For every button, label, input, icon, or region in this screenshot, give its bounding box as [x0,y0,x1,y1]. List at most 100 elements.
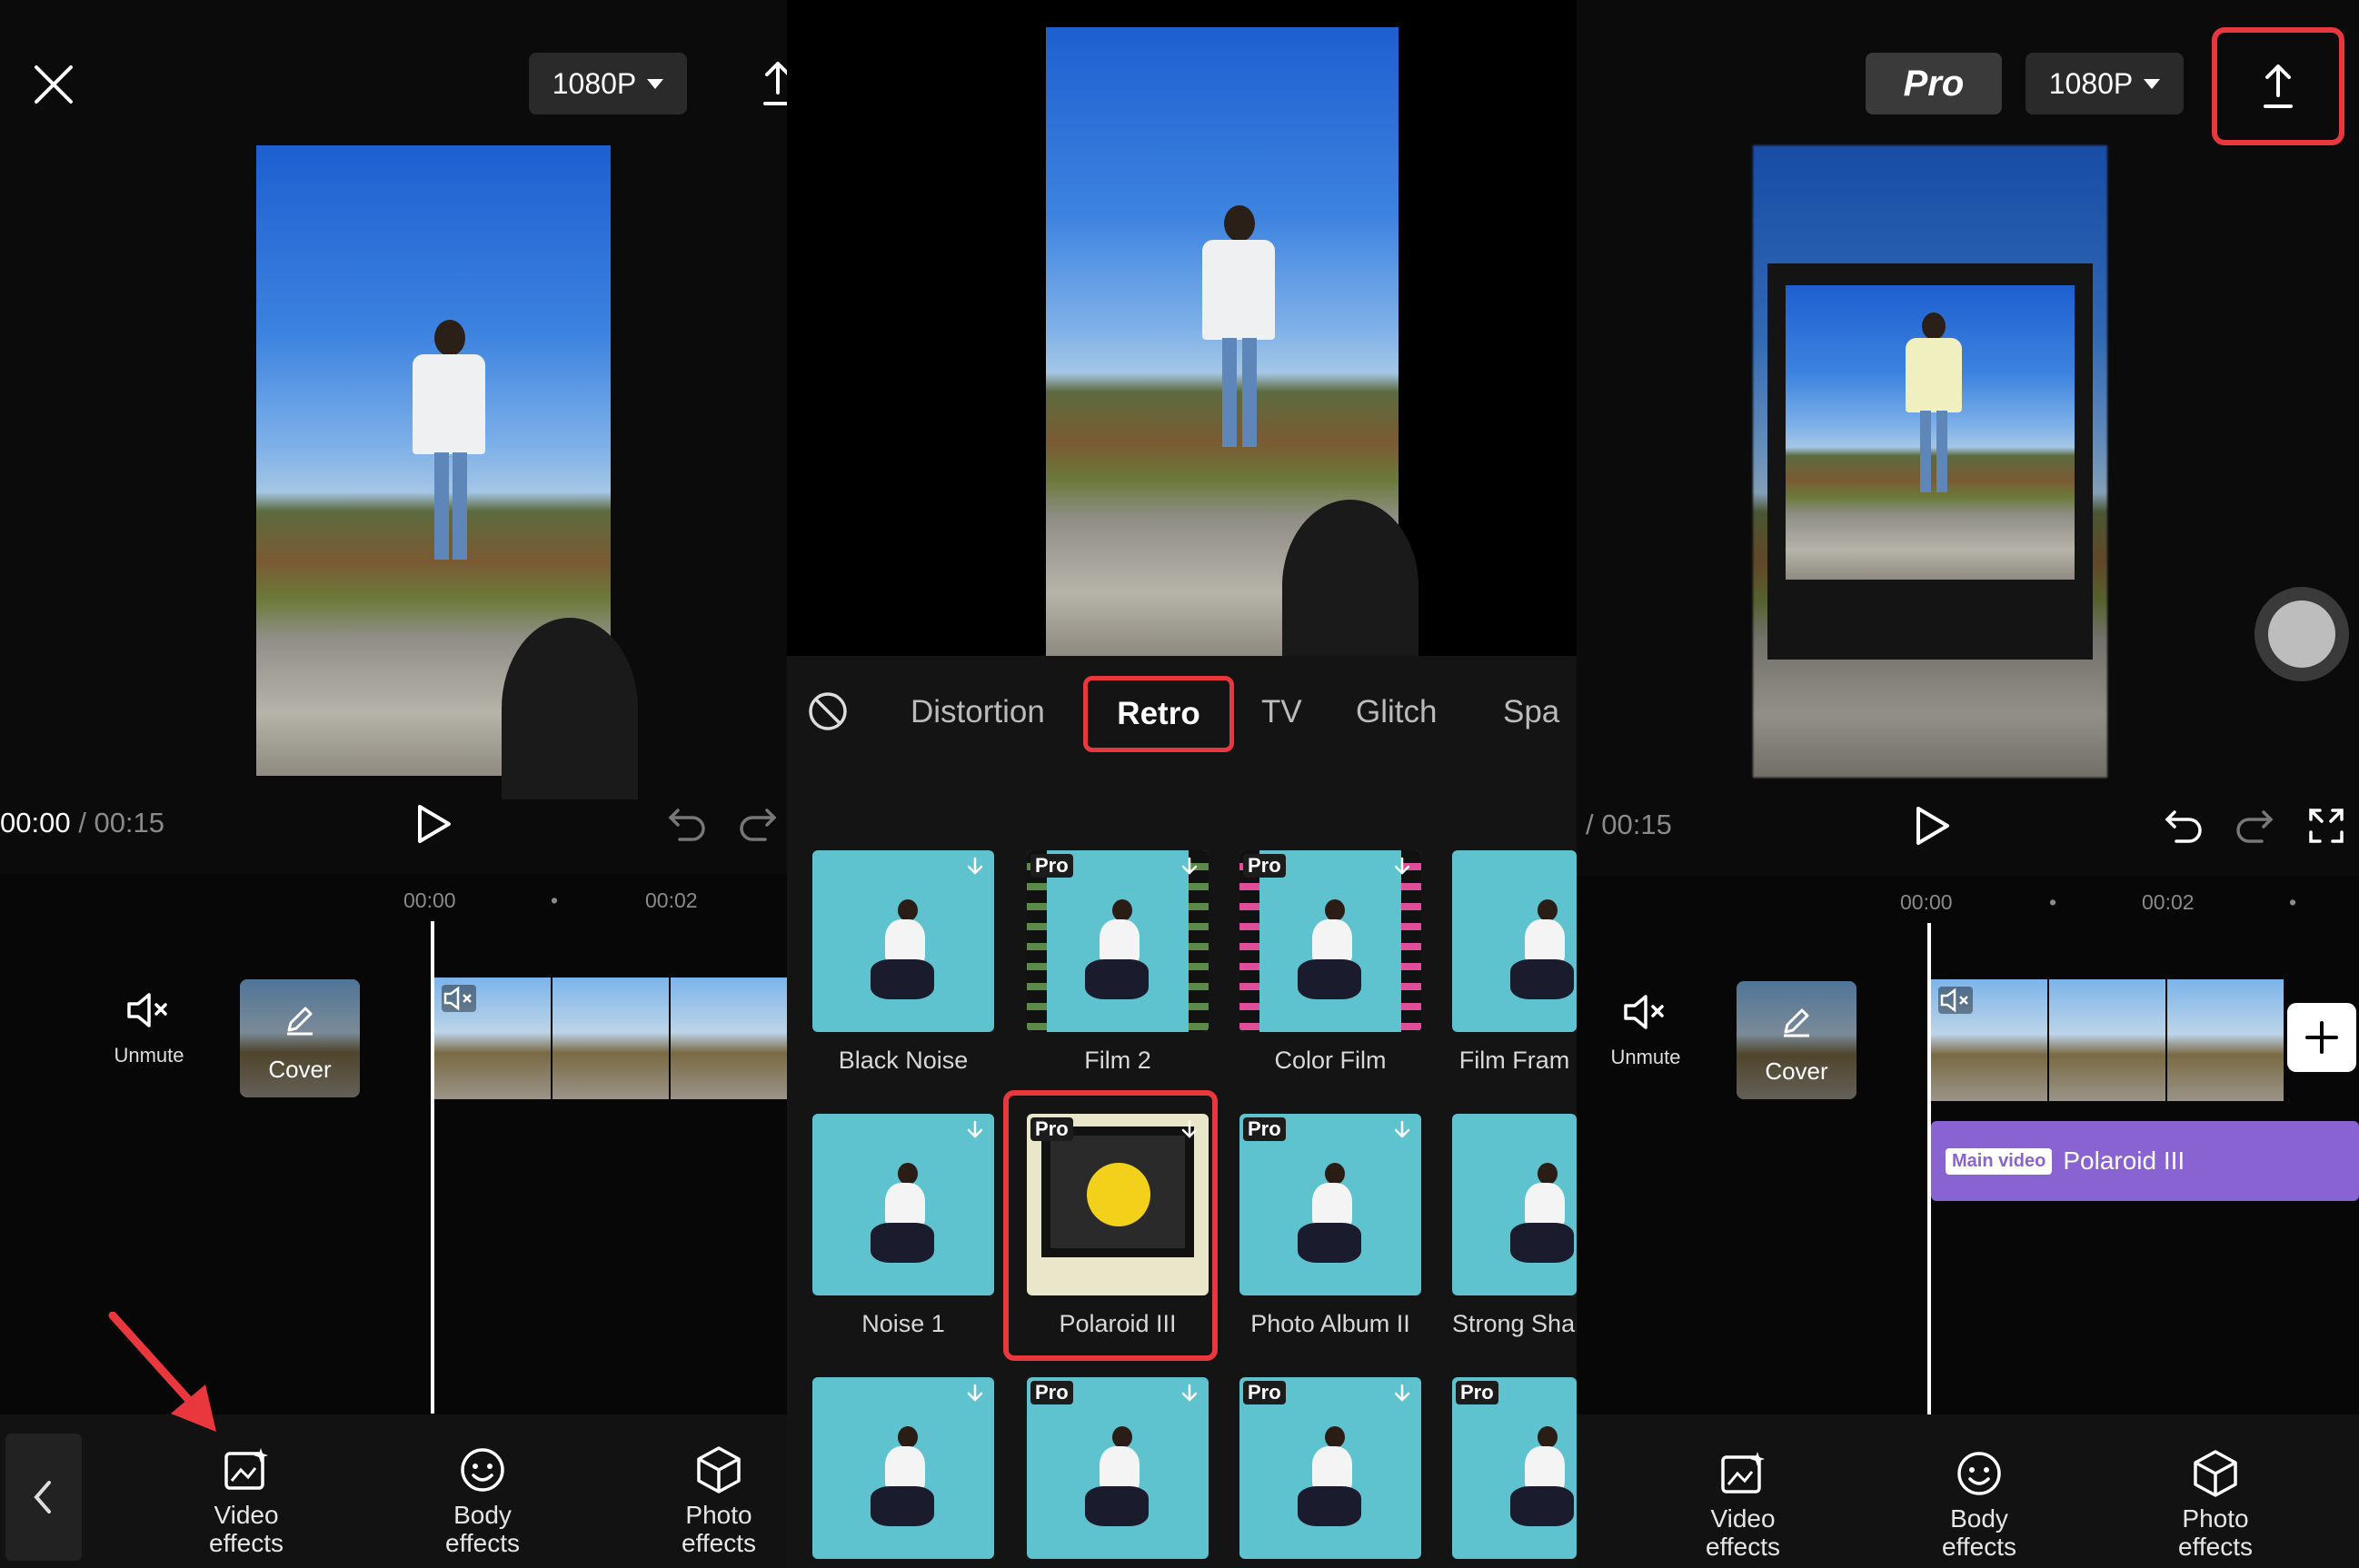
selected-effect-highlight [1003,1090,1218,1361]
tool-video-effects[interactable]: Video effects [1675,1448,1811,1561]
resolution-dropdown[interactable]: 1080P [529,53,687,114]
effect-name: Black Noise [812,1047,994,1075]
pro-badge: Pro [1030,854,1073,878]
pro-badge: Pro [1243,1381,1286,1404]
video-effects-icon [221,1444,272,1495]
unmute-label: Unmute [107,1044,191,1067]
ruler-dot: • [551,888,558,913]
mute-icon [1938,987,1973,1014]
total-time: 00:15 [1601,809,1672,840]
resolution-label: 1080P [2049,67,2134,101]
cover-label: Cover [240,1056,360,1084]
effect-tile[interactable]: Film Fram [1452,850,1577,1096]
effect-tile[interactable]: Noise 1 [812,1114,994,1359]
redo-icon[interactable] [2235,807,2274,843]
mute-icon [442,985,476,1012]
tool-label: Video effects [178,1501,314,1557]
time-separator: / [1586,809,1594,840]
cover-button[interactable]: Cover [240,979,360,1097]
edit-icon [1780,1005,1813,1037]
ruler-mark-0: 00:00 [403,888,456,913]
download-icon [963,1383,987,1406]
effect-name: Noise 1 [812,1310,994,1338]
tool-label: Video effects [1675,1504,1811,1561]
tool-photo-effects[interactable]: Photo effects [651,1444,787,1557]
effect-tile[interactable]: Pro [1239,1377,1421,1568]
video-preview [1046,27,1398,656]
unmute-button[interactable]: Unmute [107,990,191,1067]
time-separator: / [78,807,86,839]
export-button[interactable] [2212,27,2344,145]
ruler-mark-0: 00:00 [1900,890,1953,915]
pro-badge[interactable]: Pro [1866,53,2002,114]
tab-retro[interactable]: Retro [1083,676,1234,752]
effect-name: Color Film [1239,1047,1421,1075]
play-icon[interactable] [1913,805,1951,847]
tool-label: Body effects [1911,1504,2047,1561]
export-icon [2260,63,2296,110]
download-icon [1178,856,1201,879]
effect-name: Film 2 [1027,1047,1209,1075]
tool-label: Photo effects [651,1501,787,1557]
video-preview [256,145,611,776]
back-button[interactable] [5,1434,82,1561]
effect-tile[interactable]: ProPhoto Album II [1239,1114,1421,1359]
tab-distortion[interactable]: Distortion [911,694,1045,730]
effect-tile[interactable]: Strong Shal [1452,1114,1577,1359]
ruler-mark-1: 00:02 [2142,890,2195,915]
effect-thumbnail [1452,1377,1577,1559]
tab-spa[interactable]: Spa [1503,694,1559,730]
tool-photo-effects[interactable]: Photo effects [2147,1448,2284,1561]
body-effects-icon [457,1444,508,1495]
editor-panel-right: Pro 1080P / 00:15 00:00 • 00:02 • Unmute [1577,0,2359,1568]
pro-label: Pro [1904,64,1965,104]
effect-tile[interactable] [812,1377,994,1568]
arrow-pointer-icon [107,1312,225,1439]
fullscreen-icon[interactable] [2307,807,2345,845]
video-effects-icon [1717,1448,1768,1499]
editor-panel-left: 1080P 00:00 / 00:15 00:00 • 00:02 Unmute… [0,0,787,1568]
effect-track[interactable]: Main video Polaroid III [1931,1121,2359,1201]
effect-thumbnail [1452,850,1577,1032]
ruler-mark-1: 00:02 [645,888,698,913]
playback-time: 00:00 / 00:15 [0,807,164,839]
unmute-button[interactable]: Unmute [1604,992,1687,1069]
plus-icon [2304,1019,2340,1056]
play-icon[interactable] [414,803,453,845]
export-icon[interactable] [760,60,787,107]
effect-tile[interactable]: Pro [1452,1377,1577,1568]
effect-tile[interactable]: Pro Color Film [1239,850,1421,1096]
cover-label: Cover [1737,1057,1856,1086]
no-effect-icon[interactable] [807,690,849,732]
undo-icon[interactable] [2164,807,2204,843]
cover-button[interactable]: Cover [1737,981,1856,1099]
download-icon [1390,1383,1414,1406]
tool-body-effects[interactable]: Body effects [414,1444,551,1557]
effect-tile[interactable]: Pro Film 2 [1027,850,1209,1096]
mute-icon [125,990,173,1030]
tool-body-effects[interactable]: Body effects [1911,1448,2047,1561]
effect-thumbnail [1452,1114,1577,1295]
tab-tv[interactable]: TV [1261,694,1302,730]
add-clip-button[interactable] [2287,1003,2356,1072]
download-icon [963,1119,987,1143]
effect-track-name: Polaroid III [2063,1146,2185,1176]
effect-name: Film Fram [1452,1047,1577,1075]
pro-badge: Pro [1456,1381,1498,1404]
effect-tile[interactable]: Black Noise [812,850,994,1096]
playback-time: / 00:15 [1586,809,1672,841]
tab-glitch[interactable]: Glitch [1356,694,1437,730]
redo-icon[interactable] [738,805,778,841]
chevron-down-icon [647,79,663,89]
mute-icon [1622,992,1669,1032]
close-icon[interactable] [33,64,75,105]
pro-badge: Pro [1243,854,1286,878]
effect-tile[interactable]: Pro [1027,1377,1209,1568]
ruler-dot: • [2289,890,2296,915]
video-track[interactable] [434,978,787,1099]
resolution-dropdown[interactable]: 1080P [2026,53,2184,114]
tool-video-effects[interactable]: Video effects [178,1444,314,1557]
undo-icon[interactable] [667,805,707,841]
record-button[interactable] [2254,587,2349,681]
tool-label: Photo effects [2147,1504,2284,1561]
